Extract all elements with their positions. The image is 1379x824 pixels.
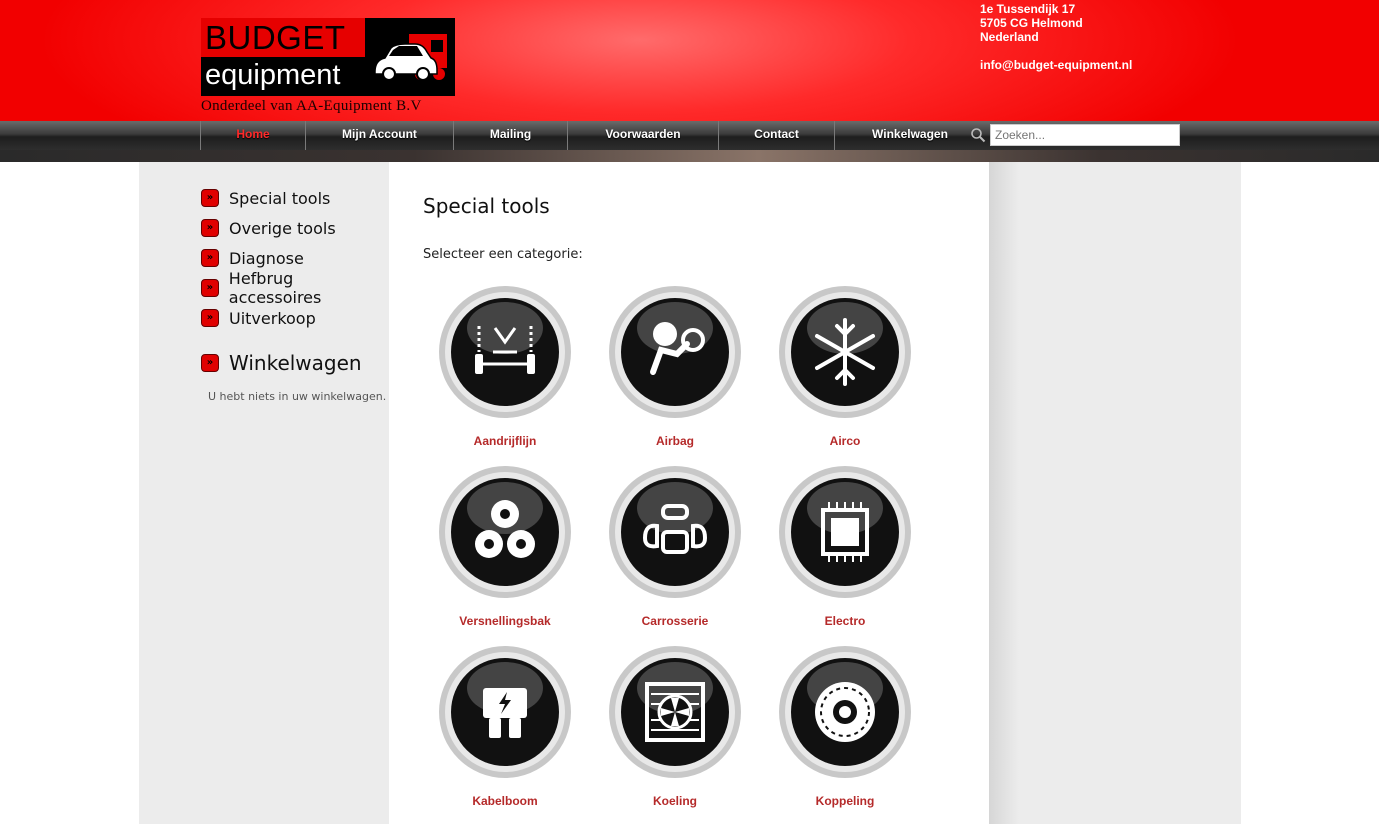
nav-home[interactable]: Home [201,121,305,150]
sidebar: » Special tools » Overige tools » Diagno… [139,162,389,824]
fuse-icon [439,646,571,778]
category-label: Airbag [655,434,694,448]
category-versnellingsbak[interactable]: Versnellingsbak [430,464,580,634]
cart-empty-message: U hebt niets in uw winkelwagen. [208,390,387,403]
category-label: Aandrijflijn [473,434,537,448]
double-arrow-icon: » [201,354,219,372]
site-header: BUDGET equipment Onderdeel van AA-Equipm… [0,0,1379,121]
nav-winkelwagen[interactable]: Winkelwagen [835,121,985,150]
nav-mailing[interactable]: Mailing [454,121,567,150]
gears-icon [439,466,571,598]
double-arrow-icon: » [201,309,219,327]
category-label: Versnellingsbak [459,614,551,628]
logo-word-equipment: equipment [205,59,341,91]
cart-title: Winkelwagen [229,351,362,375]
logo-word-budget: BUDGET [205,19,346,56]
nav-voorwaarden[interactable]: Voorwaarden [568,121,718,150]
category-label: Airco [829,434,861,448]
nav-shadow-strip [0,150,1379,162]
category-airco[interactable]: Airco [770,284,920,454]
nav-contact[interactable]: Contact [719,121,834,150]
address-line: 1e Tussendijk 17 [980,2,1076,16]
car-truck-icon [374,34,447,81]
category-koppeling[interactable]: Koppeling [770,644,920,814]
double-arrow-icon: » [201,189,219,207]
page-title: Special tools [423,194,550,218]
right-panel [989,162,1241,824]
company-address: 1e Tussendijk 17 5705 CG Helmond Nederla… [980,2,1132,72]
category-label: Electro [824,614,866,628]
select-category-label: Selecteer een categorie: [423,247,583,262]
address-line: Nederland [980,30,1039,44]
double-arrow-icon: » [201,219,219,237]
airbag-icon [609,286,741,418]
car-body-icon [609,466,741,598]
sidebar-item-uitverkoop[interactable]: » Uitverkoop [201,307,316,329]
radiator-icon [609,646,741,778]
clutch-icon [779,646,911,778]
sidebar-item-overige-tools[interactable]: » Overige tools [201,217,336,239]
category-label: Kabelboom [472,794,538,808]
category-aandrijflijn[interactable]: Aandrijflijn [430,284,580,454]
sidebar-item-label: Hefbrug accessoires [228,269,322,307]
nav-mijn-account[interactable]: Mijn Account [306,121,453,150]
category-label: Koeling [653,794,697,808]
address-line: 5705 CG Helmond [980,16,1083,30]
sidebar-item-label: Overige tools [229,218,336,238]
tagline: Onderdeel van AA-Equipment B.V [201,98,422,114]
search-icon [971,128,986,143]
category-carrosserie[interactable]: Carrosserie [600,464,750,634]
sidebar-item-special-tools[interactable]: » Special tools [201,187,330,209]
category-label: Koppeling [815,794,875,808]
category-kabelboom[interactable]: Kabelboom [430,644,580,814]
logo[interactable]: BUDGET equipment [201,18,455,96]
main-content: Special tools Selecteer een categorie: A… [389,162,989,824]
category-airbag[interactable]: Airbag [600,284,750,454]
sidebar-item-diagnose[interactable]: » Diagnose [201,247,304,269]
search-input[interactable] [990,124,1180,146]
category-koeling[interactable]: Koeling [600,644,750,814]
double-arrow-icon: » [201,279,219,297]
category-electro[interactable]: Electro [770,464,920,634]
sidebar-item-hefbrug-accessoires[interactable]: » Hefbrug accessoires [201,269,389,307]
double-arrow-icon: » [201,249,219,267]
sidebar-item-label: Diagnose [229,248,304,268]
category-label: Carrosserie [641,614,709,628]
axle-icon [439,286,571,418]
email-link[interactable]: info@budget-equipment.nl [980,58,1132,72]
snowflake-icon [779,286,911,418]
chip-icon [779,466,911,598]
sidebar-item-label: Special tools [229,188,331,208]
cart-heading[interactable]: » Winkelwagen [201,351,362,375]
sidebar-item-label: Uitverkoop [229,308,316,328]
